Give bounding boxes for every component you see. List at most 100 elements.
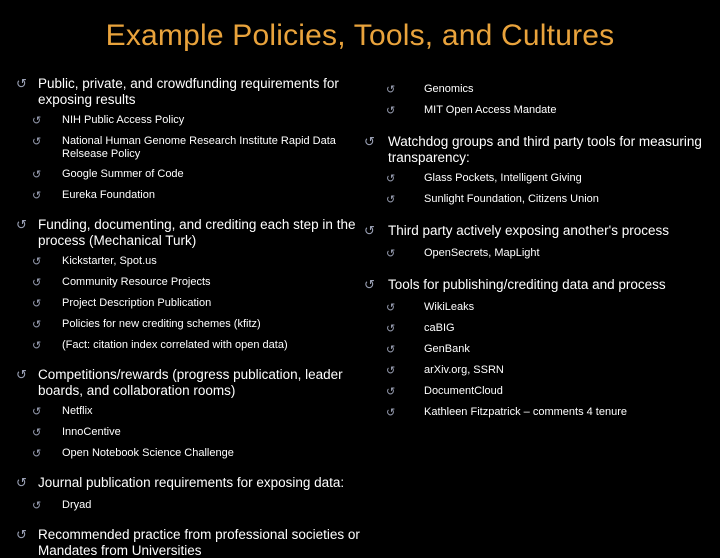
bullet-item-level2: ↺ InnoCentive (14, 426, 370, 440)
arrow-bullet-icon: ↺ (32, 189, 42, 202)
bullet-item-level1: ↺ Competitions/rewards (progress publicat… (14, 367, 370, 398)
arrow-bullet-icon: ↺ (32, 499, 42, 512)
arrow-bullet-icon: ↺ (364, 224, 375, 239)
bullet-item-level2: ↺ Netflix (14, 405, 370, 419)
bullet-item-level2: ↺ Sunlight Foundation, Citizens Union (360, 193, 716, 207)
bullet-subitem-text: Policies for new crediting schemes (kfit… (62, 318, 261, 330)
arrow-bullet-icon: ↺ (32, 168, 42, 181)
arrow-bullet-icon: ↺ (386, 83, 396, 96)
arrow-bullet-icon: ↺ (386, 385, 396, 398)
bullet-heading-text: Recommended practice from professional s… (38, 527, 360, 558)
bullet-item-level2: ↺ MIT Open Access Mandate (360, 104, 716, 118)
bullet-item-level2: ↺ Genomics (360, 83, 716, 97)
arrow-bullet-icon: ↺ (32, 339, 42, 352)
arrow-bullet-icon: ↺ (364, 135, 375, 150)
arrow-bullet-icon: ↺ (32, 318, 42, 331)
bullet-subitem-text: Sunlight Foundation, Citizens Union (424, 193, 599, 205)
arrow-bullet-icon: ↺ (386, 322, 396, 335)
arrow-bullet-icon: ↺ (364, 278, 375, 293)
bullet-item-level2: ↺ OpenSecrets, MapLight (360, 247, 716, 261)
bullet-subitem-text: Genomics (424, 83, 474, 95)
bullet-subitem-text: OpenSecrets, MapLight (424, 247, 540, 259)
bullet-item-level2: ↺ Dryad (14, 499, 370, 513)
slide-canvas: Example Policies, Tools, and Cultures ↺ P… (0, 0, 720, 558)
bullet-subitem-text: InnoCentive (62, 426, 121, 438)
bullet-group: ↺ Genomics ↺ MIT Open Access Mandate (360, 83, 716, 118)
bullet-item-level1: ↺ Watchdog groups and third party tools f… (360, 134, 716, 165)
bullet-subitem-text: Community Resource Projects (62, 276, 211, 288)
bullet-subitem-text: Eureka Foundation (62, 189, 155, 201)
bullet-heading-text: Third party actively exposing another's … (388, 223, 669, 238)
arrow-bullet-icon: ↺ (32, 135, 42, 148)
bullet-item-level2: ↺ Kathleen Fitzpatrick – comments 4 tenur… (360, 406, 716, 420)
arrow-bullet-icon: ↺ (386, 406, 396, 419)
arrow-bullet-icon: ↺ (16, 218, 27, 233)
bullet-subitem-text: MIT Open Access Mandate (424, 104, 557, 116)
arrow-bullet-icon: ↺ (32, 447, 42, 460)
left-content-column: ↺ Public, private, and crowdfunding requi… (14, 76, 370, 558)
bullet-subitem-text: arXiv.org, SSRN (424, 364, 504, 376)
bullet-item-level2: ↺ National Human Genome Research Institut… (14, 135, 370, 161)
bullet-subitem-text: Glass Pockets, Intelligent Giving (424, 172, 582, 184)
arrow-bullet-icon: ↺ (386, 193, 396, 206)
arrow-bullet-icon: ↺ (386, 301, 396, 314)
bullet-subitem-text: caBIG (424, 322, 455, 334)
arrow-bullet-icon: ↺ (32, 114, 42, 127)
bullet-item-level2: ↺ WikiLeaks (360, 301, 716, 315)
arrow-bullet-icon: ↺ (32, 276, 42, 289)
bullet-item-level1: ↺ Recommended practice from professional … (14, 527, 370, 558)
bullet-subitem-text: Kickstarter, Spot.us (62, 255, 157, 267)
bullet-heading-text: Public, private, and crowdfunding requir… (38, 76, 339, 107)
bullet-item-level2: ↺ caBIG (360, 322, 716, 336)
bullet-item-level2: ↺ (Fact: citation index correlated with o… (14, 339, 370, 353)
bullet-subitem-text: Open Notebook Science Challenge (62, 447, 234, 459)
bullet-item-level2: ↺ Policies for new crediting schemes (kfi… (14, 318, 370, 332)
bullet-item-level1: ↺ Tools for publishing/crediting data and… (360, 277, 716, 294)
bullet-subitem-text: NIH Public Access Policy (62, 114, 185, 126)
right-content-column: ↺ Genomics ↺ MIT Open Access Mandate ↺ Watchd… (360, 76, 716, 420)
bullet-item-level1: ↺ Public, private, and crowdfunding requi… (14, 76, 370, 107)
bullet-subitem-text: WikiLeaks (424, 301, 475, 313)
arrow-bullet-icon: ↺ (16, 528, 27, 543)
bullet-item-level2: ↺ Kickstarter, Spot.us (14, 255, 370, 269)
bullet-item-level2: ↺ arXiv.org, SSRN (360, 364, 716, 378)
bullet-subitem-text: Netflix (62, 405, 93, 417)
bullet-subitem-text: (Fact: citation index correlated with op… (62, 339, 288, 351)
bullet-group: ↺ Funding, documenting, and crediting eac… (14, 217, 370, 353)
page-title: Example Policies, Tools, and Cultures (105, 19, 615, 52)
bullet-subitem-text: DocumentCloud (424, 385, 503, 397)
bullet-item-level2: ↺ Project Description Publication (14, 297, 370, 311)
bullet-item-level2: ↺ Community Resource Projects (14, 276, 370, 290)
bullet-group: ↺ Third party actively exposing another's… (360, 223, 716, 261)
arrow-bullet-icon: ↺ (32, 255, 42, 268)
bullet-heading-text: Tools for publishing/crediting data and … (388, 277, 666, 292)
bullet-subitem-text: Dryad (62, 499, 92, 511)
bullet-item-level2: ↺ Glass Pockets, Intelligent Giving (360, 172, 716, 186)
arrow-bullet-icon: ↺ (32, 297, 42, 310)
bullet-subitem-text: GenBank (424, 343, 470, 355)
bullet-item-level2: ↺ Open Notebook Science Challenge (14, 447, 370, 461)
bullet-group: ↺ Recommended practice from professional … (14, 527, 370, 558)
arrow-bullet-icon: ↺ (386, 172, 396, 185)
bullet-item-level2: ↺ GenBank (360, 343, 716, 357)
arrow-bullet-icon: ↺ (16, 77, 27, 92)
arrow-bullet-icon: ↺ (32, 426, 42, 439)
bullet-subitem-text: Google Summer of Code (62, 168, 184, 180)
arrow-bullet-icon: ↺ (16, 476, 27, 491)
arrow-bullet-icon: ↺ (16, 368, 27, 383)
bullet-heading-text: Funding, documenting, and crediting each… (38, 217, 356, 248)
arrow-bullet-icon: ↺ (386, 364, 396, 377)
bullet-item-level2: ↺ Google Summer of Code (14, 168, 370, 182)
bullet-heading-text: Watchdog groups and third party tools fo… (388, 134, 702, 165)
bullet-item-level1: ↺ Journal publication requirements for ex… (14, 475, 370, 492)
bullet-group: ↺ Watchdog groups and third party tools f… (360, 134, 716, 207)
bullet-group: ↺ Competitions/rewards (progress publicat… (14, 367, 370, 461)
arrow-bullet-icon: ↺ (386, 247, 396, 260)
bullet-group: ↺ Journal publication requirements for ex… (14, 475, 370, 513)
bullet-heading-text: Competitions/rewards (progress publicati… (38, 367, 343, 398)
bullet-item-level2: ↺ NIH Public Access Policy (14, 114, 370, 128)
bullet-subitem-text: National Human Genome Research Institute… (62, 135, 336, 160)
bullet-group: ↺ Public, private, and crowdfunding requi… (14, 76, 370, 203)
bullet-item-level1: ↺ Funding, documenting, and crediting eac… (14, 217, 370, 248)
bullet-group: ↺ Tools for publishing/crediting data and… (360, 277, 716, 420)
